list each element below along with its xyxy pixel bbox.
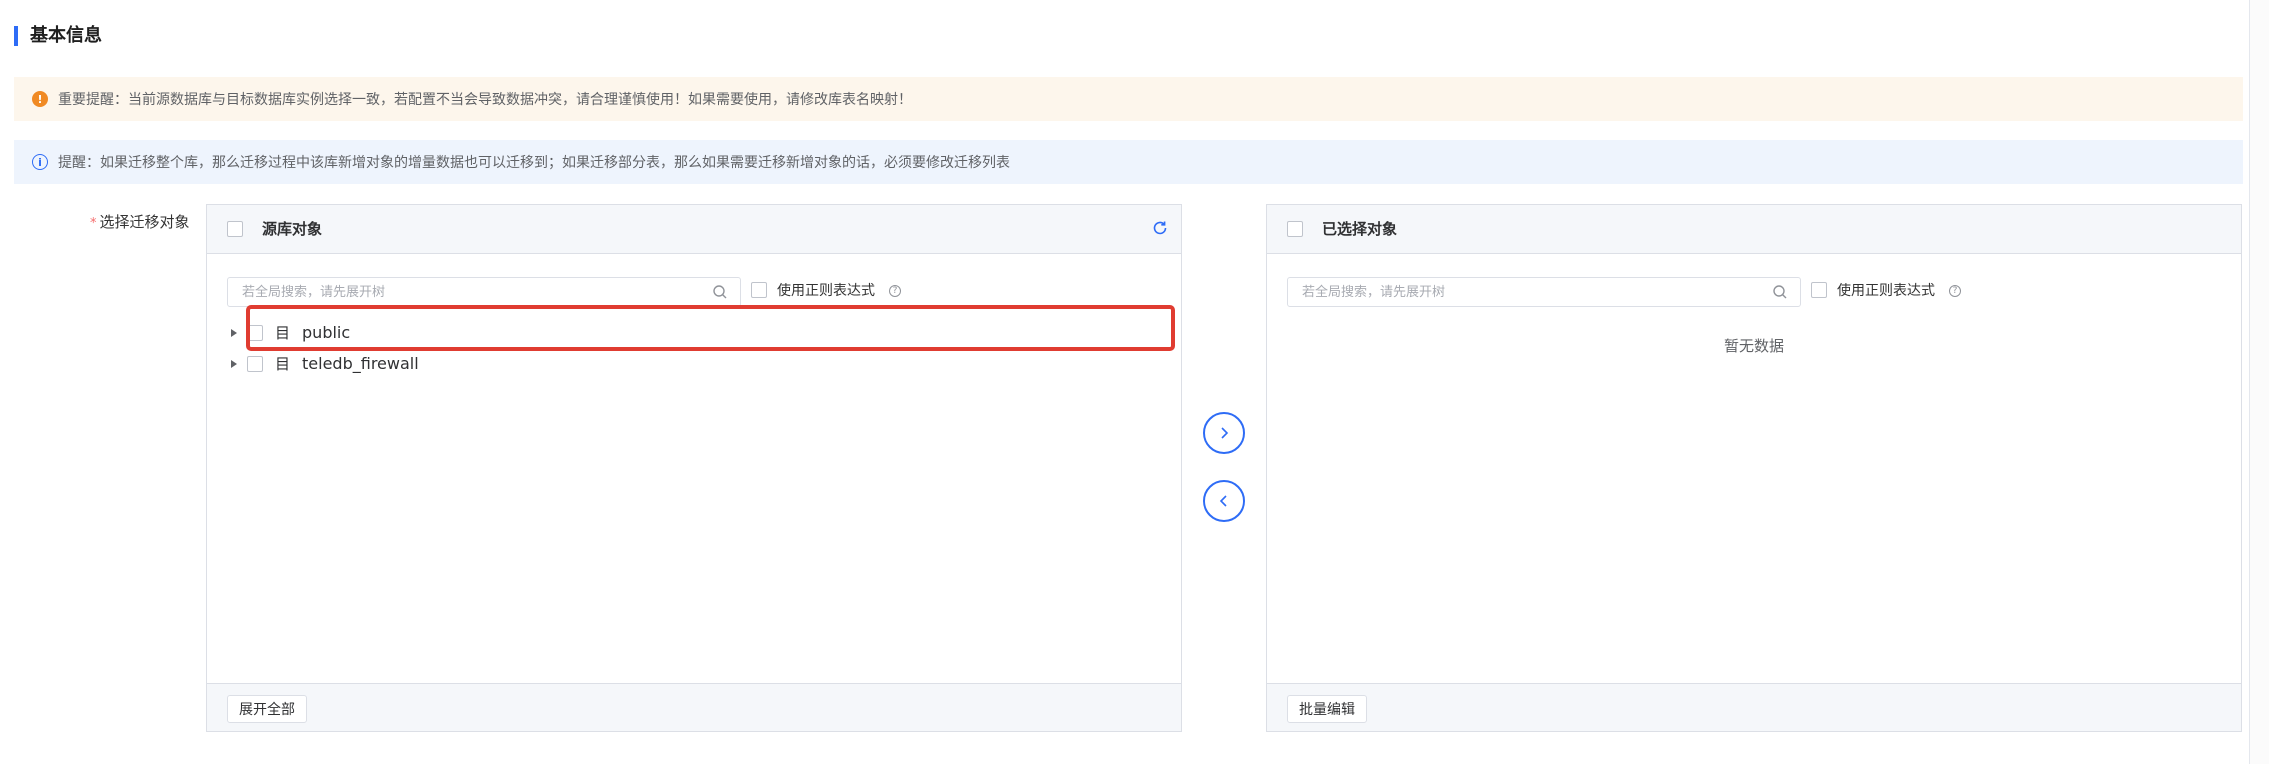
move-left-button[interactable] — [1203, 480, 1245, 522]
source-panel-title: 源库对象 — [262, 220, 323, 238]
info-alert-text: 提醒：如果迁移整个库，那么迁移过程中该库新增对象的增量数据也可以迁移到；如果迁移… — [58, 155, 1010, 171]
target-search-input[interactable] — [1288, 278, 1772, 306]
source-search-box — [227, 277, 741, 307]
target-search-box — [1287, 277, 1801, 307]
refresh-icon[interactable] — [1151, 219, 1169, 237]
target-select-all-checkbox[interactable] — [1287, 221, 1303, 237]
target-panel-footer: 批量编辑 — [1267, 683, 2241, 731]
chevron-left-icon — [1219, 495, 1227, 507]
info-icon: i — [32, 154, 48, 170]
expand-arrow-icon[interactable] — [231, 359, 237, 368]
source-select-all-checkbox[interactable] — [227, 221, 243, 237]
move-right-button[interactable] — [1203, 412, 1245, 454]
source-panel-footer: 展开全部 — [207, 683, 1181, 731]
target-regex-label: 使用正则表达式 — [1837, 283, 1935, 299]
search-icon[interactable] — [712, 284, 728, 300]
info-alert: i 提醒：如果迁移整个库，那么迁移过程中该库新增对象的增量数据也可以迁移到；如果… — [14, 140, 2243, 184]
source-regex-checkbox[interactable] — [751, 282, 767, 298]
tree-node-teledb-firewall[interactable]: 目 teledb_firewall — [231, 348, 1181, 379]
chevron-right-icon — [1221, 427, 1229, 439]
warning-alert: ! 重要提醒：当前源数据库与目标数据库实例选择一致，若配置不当会导致数据冲突，请… — [14, 77, 2243, 121]
source-objects-panel: 源库对象 使用正则表达式 ? 目 public 目 teledb_firewal… — [206, 204, 1182, 732]
database-icon: 目 — [275, 355, 291, 373]
batch-edit-button[interactable]: 批量编辑 — [1287, 695, 1367, 723]
target-panel-title: 已选择对象 — [1322, 220, 1398, 238]
section-title: 基本信息 — [30, 25, 102, 46]
highlight-box — [246, 305, 1175, 351]
expand-all-button[interactable]: 展开全部 — [227, 695, 307, 723]
page-scrollbar[interactable] — [2249, 0, 2269, 764]
section-title-bar — [14, 26, 18, 46]
target-panel-header: 已选择对象 — [1267, 205, 2241, 254]
warning-alert-text: 重要提醒：当前源数据库与目标数据库实例选择一致，若配置不当会导致数据冲突，请合理… — [58, 92, 912, 108]
form-label-text: 选择迁移对象 — [99, 213, 190, 231]
empty-state-text: 暂无数据 — [1723, 337, 1784, 355]
selected-objects-panel: 已选择对象 使用正则表达式 ? 暂无数据 批量编辑 — [1266, 204, 2242, 732]
source-regex-label: 使用正则表达式 — [777, 283, 875, 299]
search-icon[interactable] — [1772, 284, 1788, 300]
warning-icon: ! — [32, 91, 48, 107]
required-mark: * — [90, 216, 97, 231]
tree-node-label: teledb_firewall — [302, 354, 419, 373]
help-icon[interactable]: ? — [1949, 285, 1961, 297]
help-icon[interactable]: ? — [889, 285, 901, 297]
select-migration-objects-label: * 选择迁移对象 — [90, 211, 190, 232]
expand-arrow-icon[interactable] — [231, 328, 237, 337]
source-panel-header: 源库对象 — [207, 205, 1181, 254]
tree-node-checkbox[interactable] — [247, 355, 263, 372]
source-search-input[interactable] — [228, 278, 712, 306]
target-regex-checkbox[interactable] — [1811, 282, 1827, 298]
